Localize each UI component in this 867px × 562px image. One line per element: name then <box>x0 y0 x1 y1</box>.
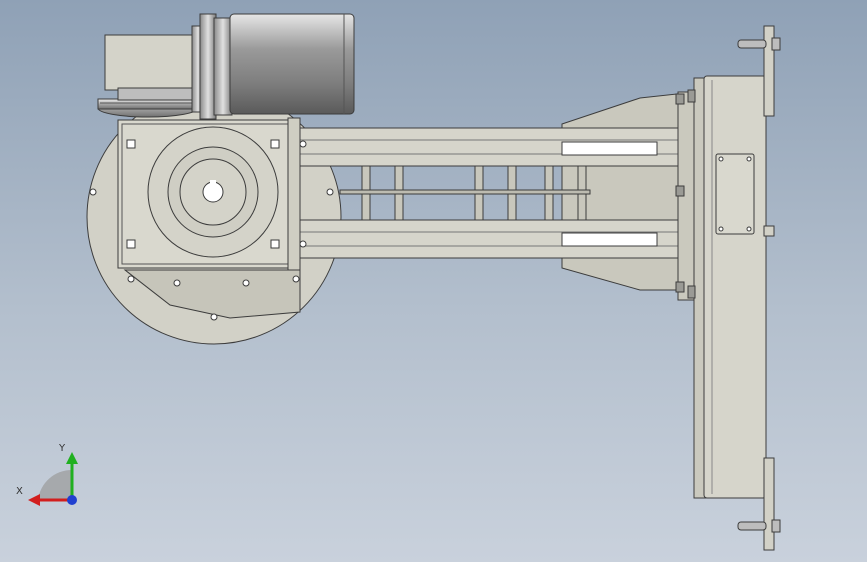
upper-slider-slot <box>561 141 658 156</box>
bottom-clamp-plate <box>763 457 775 551</box>
screw <box>299 140 307 148</box>
coordinate-triad <box>28 452 78 506</box>
carriage-bolt <box>687 285 696 299</box>
bolt-head <box>126 239 136 249</box>
graphics-viewport[interactable]: Y X <box>0 0 867 562</box>
carriage-bolt <box>675 185 685 197</box>
carriage-bolt <box>687 89 696 103</box>
screw <box>89 188 97 196</box>
screw <box>127 275 135 283</box>
cad-model-view[interactable] <box>0 0 867 562</box>
bolt-head <box>270 139 280 149</box>
motor-body <box>229 13 355 115</box>
worm-housing <box>104 34 196 91</box>
carriage-bolt <box>675 93 685 105</box>
screw <box>292 275 300 283</box>
y-axis-label: Y <box>59 443 66 454</box>
bolt-head <box>126 139 136 149</box>
screw <box>299 240 307 248</box>
gearbox-side-flange <box>287 117 301 271</box>
z-axis-dot <box>67 495 77 505</box>
lower-slider-slot <box>561 232 658 247</box>
bottom-clamp-bolt <box>737 521 767 531</box>
screw <box>173 279 181 287</box>
carriage-housing <box>703 75 767 499</box>
top-clamp-bolt <box>737 39 767 49</box>
x-axis-label: X <box>16 486 23 497</box>
carriage-bolt <box>675 281 685 293</box>
bolt-head <box>270 239 280 249</box>
screw <box>210 313 218 321</box>
cover-plate <box>715 153 755 235</box>
inner-guide-bar <box>339 189 591 195</box>
screw <box>242 279 250 287</box>
screw <box>326 188 334 196</box>
